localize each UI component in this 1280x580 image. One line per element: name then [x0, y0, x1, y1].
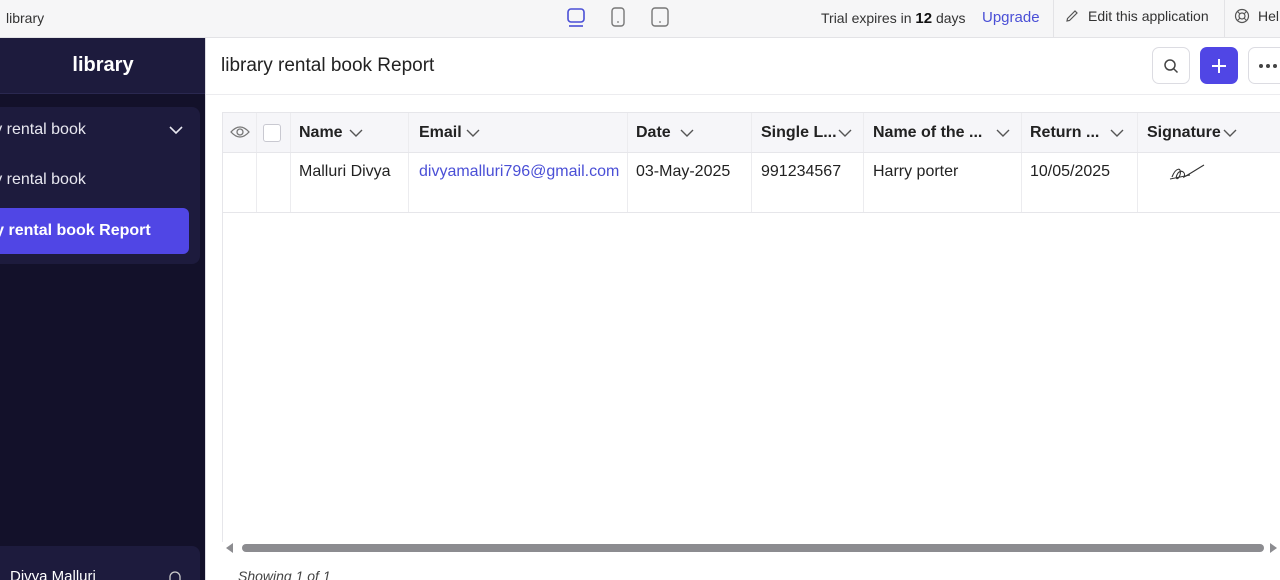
sidebar-title: library	[0, 38, 206, 94]
horizontal-scrollbar[interactable]	[222, 541, 1280, 555]
column-header-date[interactable]: Date	[627, 113, 752, 152]
sidebar-item-rental-book[interactable]: ary rental book	[0, 157, 189, 203]
chevron-down-icon[interactable]	[996, 129, 1010, 137]
add-record-button[interactable]	[1200, 47, 1238, 84]
app-name: library	[6, 10, 45, 26]
column-header-book-name[interactable]: Name of the ...	[864, 113, 1022, 152]
sidebar-group: ary rental book ary rental book ary rent…	[0, 107, 200, 264]
chevron-down-icon[interactable]	[1110, 129, 1124, 137]
table-row[interactable]: Malluri Divya divyamalluri796@gmail.com …	[223, 153, 1280, 213]
table-header: Name Email Date Single L... Name of the …	[223, 112, 1280, 153]
help-button[interactable]: Hel	[1234, 8, 1279, 24]
tablet-icon[interactable]	[650, 6, 670, 28]
trial-notice: Trial expires in 12 days	[821, 10, 966, 27]
sidebar-item-rental-book-report[interactable]: ary rental book Report	[0, 208, 189, 254]
search-button[interactable]	[1152, 47, 1190, 84]
column-header-email[interactable]: Email	[410, 113, 628, 152]
cell-single-line: 991234567	[752, 153, 864, 212]
bell-icon[interactable]	[168, 570, 182, 580]
mobile-icon[interactable]	[608, 6, 628, 28]
desktop-icon[interactable]	[566, 6, 586, 28]
upgrade-link[interactable]: Upgrade	[982, 9, 1040, 26]
divider	[1224, 0, 1225, 38]
page-title: library rental book Report	[221, 55, 435, 76]
search-icon	[1164, 58, 1179, 73]
cell-date: 03-May-2025	[627, 153, 752, 212]
eye-icon[interactable]	[230, 125, 250, 139]
sidebar-group-header[interactable]: ary rental book	[0, 107, 189, 153]
divider	[205, 38, 206, 580]
chevron-down-icon[interactable]	[1223, 129, 1237, 137]
divider	[1053, 0, 1054, 38]
cell-return-date: 10/05/2025	[1021, 153, 1138, 212]
scroll-right-arrow[interactable]	[1270, 543, 1277, 553]
lifebuoy-icon	[1234, 8, 1250, 24]
cell-name: Malluri Divya	[290, 153, 409, 212]
chevron-down-icon[interactable]	[838, 129, 852, 137]
cell-signature	[1138, 153, 1280, 212]
column-header-single-line[interactable]: Single L...	[752, 113, 864, 152]
more-options-button[interactable]	[1248, 47, 1280, 84]
more-horizontal-icon	[1259, 63, 1277, 68]
device-switcher	[566, 6, 670, 28]
select-all-checkbox[interactable]	[263, 124, 281, 142]
cell-book-name: Harry porter	[864, 153, 1022, 212]
scroll-left-arrow[interactable]	[226, 543, 233, 553]
pencil-icon	[1066, 10, 1078, 22]
chevron-down-icon[interactable]	[466, 129, 480, 137]
column-header-signature[interactable]: Signature	[1138, 113, 1280, 152]
top-bar: library Trial expires in 12 days Upgrade…	[0, 0, 1280, 38]
chevron-down-icon[interactable]	[349, 129, 363, 137]
chevron-down-icon[interactable]	[168, 125, 184, 135]
row-action-cell	[223, 153, 257, 212]
column-header-name[interactable]: Name	[290, 113, 409, 152]
row-select-cell	[257, 153, 291, 212]
edit-application-button[interactable]: Edit this application	[1064, 8, 1209, 24]
cell-email-link[interactable]: divyamalluri796@gmail.com	[410, 153, 628, 212]
user-name: Divya Malluri	[10, 568, 96, 580]
sidebar: library ary rental book ary rental book …	[0, 38, 206, 580]
user-panel[interactable]: Divya Malluri	[0, 546, 200, 580]
divider	[206, 94, 1280, 95]
select-all-cell	[257, 113, 291, 152]
signature-image	[1169, 164, 1205, 180]
column-header-return[interactable]: Return ...	[1021, 113, 1138, 152]
column-visibility-cell	[223, 113, 257, 152]
report-table: Name Email Date Single L... Name of the …	[222, 112, 1280, 542]
chevron-down-icon[interactable]	[680, 129, 694, 137]
plus-icon	[1212, 58, 1226, 73]
scrollbar-thumb[interactable]	[242, 544, 1264, 552]
record-count: Showing 1 of 1	[238, 568, 331, 580]
